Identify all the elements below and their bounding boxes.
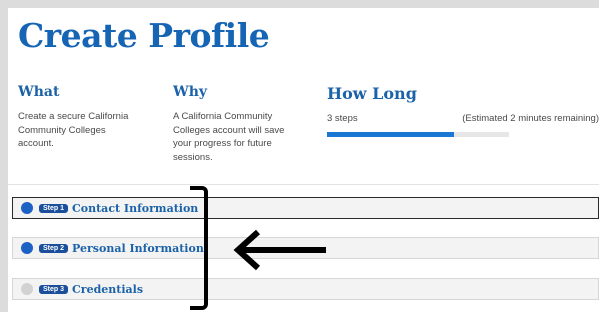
step-status-dot-complete [21, 242, 33, 254]
step-badge: Step 3 [39, 284, 69, 294]
step-label: Credentials [72, 282, 144, 296]
step-credentials[interactable]: Step 3 Credentials [12, 278, 599, 300]
left-arrow-annotation [233, 229, 326, 271]
bracket-annotation [190, 186, 208, 310]
step-status-dot-incomplete [21, 283, 33, 295]
what-heading: What [18, 84, 60, 100]
what-section: What Create a secure California Communit… [18, 84, 138, 151]
why-section: Why A California Community Colleges acco… [173, 84, 303, 164]
section-divider [8, 184, 599, 185]
step-label: Contact Information [72, 201, 199, 215]
step-badge: Step 1 [39, 203, 69, 213]
step-badge: Step 2 [39, 243, 69, 253]
progress-bar-fill [327, 132, 455, 137]
what-body: Create a secure California Community Col… [18, 111, 129, 149]
page-title: Create Profile [18, 16, 270, 55]
why-heading: Why [173, 84, 208, 100]
why-body: A California Community Colleges account … [173, 111, 285, 163]
steps-count: 3 steps [327, 113, 358, 124]
how-long-section: How Long 3 steps (Estimated 2 minutes re… [327, 84, 599, 137]
step-contact-information[interactable]: Step 1 Contact Information [12, 197, 599, 219]
how-long-heading: How Long [327, 84, 417, 103]
step-label: Personal Information [72, 241, 204, 255]
step-status-dot-complete [21, 202, 33, 214]
time-estimate: (Estimated 2 minutes remaining) [462, 113, 599, 124]
progress-bar [327, 132, 509, 137]
how-long-row: 3 steps (Estimated 2 minutes remaining) [327, 113, 599, 124]
